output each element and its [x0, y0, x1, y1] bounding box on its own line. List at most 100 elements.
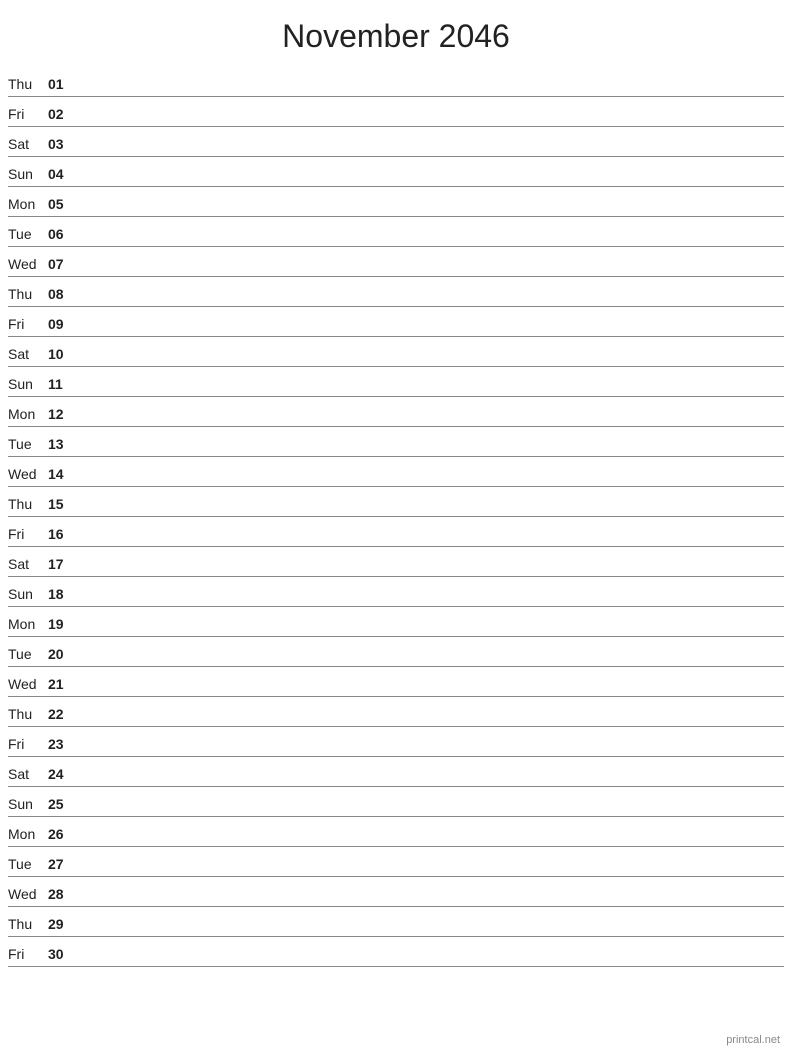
day-number: 30 [48, 946, 78, 964]
day-line [78, 303, 784, 304]
calendar-row: Tue06 [8, 217, 784, 247]
day-number: 20 [48, 646, 78, 664]
day-number: 14 [48, 466, 78, 484]
day-line [78, 93, 784, 94]
day-number: 19 [48, 616, 78, 634]
day-name: Mon [8, 406, 48, 424]
day-line [78, 153, 784, 154]
calendar-row: Sat03 [8, 127, 784, 157]
day-number: 01 [48, 76, 78, 94]
day-number: 08 [48, 286, 78, 304]
day-line [78, 363, 784, 364]
calendar-row: Mon26 [8, 817, 784, 847]
day-name: Sun [8, 376, 48, 394]
calendar-row: Fri23 [8, 727, 784, 757]
calendar-row: Wed07 [8, 247, 784, 277]
day-number: 24 [48, 766, 78, 784]
day-number: 07 [48, 256, 78, 274]
calendar-row: Sun11 [8, 367, 784, 397]
day-name: Sat [8, 556, 48, 574]
day-number: 18 [48, 586, 78, 604]
day-name: Thu [8, 916, 48, 934]
day-line [78, 693, 784, 694]
day-number: 04 [48, 166, 78, 184]
day-number: 03 [48, 136, 78, 154]
calendar-row: Fri30 [8, 937, 784, 967]
calendar-row: Sun25 [8, 787, 784, 817]
day-number: 15 [48, 496, 78, 514]
calendar-row: Wed14 [8, 457, 784, 487]
calendar-row: Tue13 [8, 427, 784, 457]
day-name: Wed [8, 256, 48, 274]
day-name: Thu [8, 706, 48, 724]
calendar-row: Thu08 [8, 277, 784, 307]
day-line [78, 453, 784, 454]
day-name: Wed [8, 886, 48, 904]
day-name: Sat [8, 766, 48, 784]
day-line [78, 873, 784, 874]
day-name: Wed [8, 676, 48, 694]
day-number: 21 [48, 676, 78, 694]
day-name: Sun [8, 166, 48, 184]
day-line [78, 333, 784, 334]
day-number: 23 [48, 736, 78, 754]
day-line [78, 633, 784, 634]
calendar-row: Thu01 [8, 67, 784, 97]
calendar-list: Thu01Fri02Sat03Sun04Mon05Tue06Wed07Thu08… [0, 67, 792, 967]
calendar-row: Mon12 [8, 397, 784, 427]
day-number: 10 [48, 346, 78, 364]
day-number: 27 [48, 856, 78, 874]
day-line [78, 813, 784, 814]
day-name: Sat [8, 346, 48, 364]
day-line [78, 963, 784, 964]
calendar-row: Fri16 [8, 517, 784, 547]
day-name: Fri [8, 736, 48, 754]
day-line [78, 393, 784, 394]
day-number: 05 [48, 196, 78, 214]
day-line [78, 603, 784, 604]
calendar-row: Sat17 [8, 547, 784, 577]
day-number: 25 [48, 796, 78, 814]
calendar-row: Wed28 [8, 877, 784, 907]
day-line [78, 213, 784, 214]
day-line [78, 783, 784, 784]
calendar-row: Tue20 [8, 637, 784, 667]
day-name: Tue [8, 856, 48, 874]
day-name: Mon [8, 826, 48, 844]
day-number: 22 [48, 706, 78, 724]
day-name: Thu [8, 496, 48, 514]
day-name: Fri [8, 106, 48, 124]
day-line [78, 933, 784, 934]
calendar-row: Mon05 [8, 187, 784, 217]
day-name: Tue [8, 226, 48, 244]
day-line [78, 723, 784, 724]
day-line [78, 663, 784, 664]
day-name: Mon [8, 196, 48, 214]
calendar-row: Thu15 [8, 487, 784, 517]
day-line [78, 513, 784, 514]
day-line [78, 543, 784, 544]
calendar-row: Fri02 [8, 97, 784, 127]
day-name: Tue [8, 646, 48, 664]
day-number: 11 [48, 376, 78, 394]
day-name: Tue [8, 436, 48, 454]
day-name: Sat [8, 136, 48, 154]
day-name: Fri [8, 526, 48, 544]
calendar-row: Wed21 [8, 667, 784, 697]
calendar-row: Sat10 [8, 337, 784, 367]
calendar-row: Thu22 [8, 697, 784, 727]
day-line [78, 243, 784, 244]
calendar-row: Fri09 [8, 307, 784, 337]
day-number: 13 [48, 436, 78, 454]
day-name: Mon [8, 616, 48, 634]
day-name: Thu [8, 76, 48, 94]
footer-text: printcal.net [726, 1034, 780, 1046]
day-number: 28 [48, 886, 78, 904]
day-number: 12 [48, 406, 78, 424]
day-line [78, 573, 784, 574]
day-line [78, 843, 784, 844]
calendar-row: Sun18 [8, 577, 784, 607]
day-name: Thu [8, 286, 48, 304]
day-number: 06 [48, 226, 78, 244]
day-number: 26 [48, 826, 78, 844]
